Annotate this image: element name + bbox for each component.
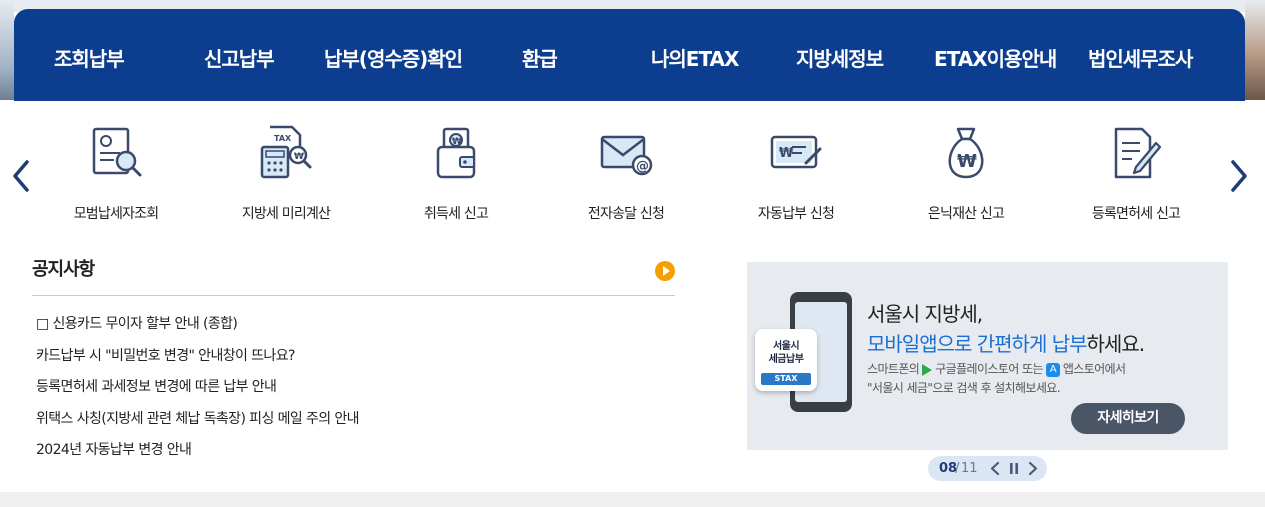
svg-text:₩: ₩ xyxy=(779,146,794,161)
quick-item-model-taxpayer[interactable]: 모범납세자조회 xyxy=(31,123,201,223)
notice-item[interactable]: 카드납부 시 "비밀번호 변경" 안내창이 뜨나요? xyxy=(36,345,359,377)
quick-menu: 모범납세자조회 TAX ₩ 지방세 미리계산 ₩ 취득세 신고 @ 전자송달 신청… xyxy=(0,101,1265,241)
notice-title: 공지사항 xyxy=(32,259,95,280)
quick-item-label: 지방세 미리계산 xyxy=(241,206,331,222)
money-bag-icon: ₩ xyxy=(936,123,996,183)
quick-item-label: 모범납세자조회 xyxy=(73,206,159,222)
svg-text:₩: ₩ xyxy=(294,152,304,162)
quick-item-registration-tax[interactable]: 등록면허세 신고 xyxy=(1051,123,1221,223)
tax-calculator-icon: TAX ₩ xyxy=(256,123,316,183)
svg-text:₩: ₩ xyxy=(957,151,977,172)
desc-part2: 구글플레이스토어 또는 xyxy=(935,362,1043,376)
quick-item-label: 취득세 신고 xyxy=(423,206,489,222)
quick-menu-next-arrow-icon[interactable] xyxy=(1228,158,1250,194)
gnb-item-receipt-check[interactable]: 납부(영수증)확인 xyxy=(324,43,463,72)
notice-section: 공지사항 □ 신용카드 무이자 할부 안내 (종합) 카드납부 시 "비밀번호 … xyxy=(32,255,675,458)
svg-text:@: @ xyxy=(636,159,649,174)
notice-item[interactable]: 2024년 자동납부 변경 안내 xyxy=(36,439,359,471)
certificate-search-icon xyxy=(86,123,146,183)
gnb-item-my-etax[interactable]: 나의ETAX xyxy=(651,43,739,72)
email-envelope-icon: @ xyxy=(596,123,656,183)
pager-total: 11 xyxy=(961,461,978,476)
banner-headline-rest: 하세요. xyxy=(1086,332,1146,356)
notice-more-play-icon[interactable] xyxy=(655,261,675,281)
background-scenery-left xyxy=(0,0,14,100)
banner-headline-highlight: 모바일앱으로 간편하게 납부 xyxy=(867,332,1088,356)
app-store-icon: A xyxy=(1045,362,1060,377)
notice-item[interactable]: □ 신용카드 무이자 할부 안내 (종합) xyxy=(36,313,359,345)
notice-item[interactable]: 위택스 사칭(지방세 관련 체납 독촉장) 피싱 메일 주의 안내 xyxy=(36,408,360,440)
pager-pause-icon[interactable] xyxy=(1007,460,1021,477)
background-scenery-right xyxy=(1245,0,1265,100)
pager-separator: / xyxy=(955,461,960,476)
stax-app-icon: 서울시 세금납부 STAX xyxy=(755,329,817,391)
banner-pager: 08 / 11 xyxy=(928,456,1047,481)
quick-item-e-delivery[interactable]: @ 전자송달 신청 xyxy=(541,123,711,223)
banner-description-2: "서울시 세금"으로 검색 후 설치해보세요. xyxy=(867,381,1061,395)
gnb-item-report-payment[interactable]: 신고납부 xyxy=(204,43,275,72)
quick-item-label: 등록면허세 신고 xyxy=(1091,206,1181,222)
pager-next-chevron-icon[interactable] xyxy=(1026,460,1040,477)
quick-item-label: 은닉재산 신고 xyxy=(927,206,1005,222)
gnb-item-etax-guide[interactable]: ETAX이용안내 xyxy=(934,43,1057,72)
quick-item-tax-estimate[interactable]: TAX ₩ 지방세 미리계산 xyxy=(201,123,371,223)
mobile-app-banner[interactable]: 서울시 세금납부 STAX 서울시 지방세, 모바일앱으로 간편하게 납부하세요… xyxy=(747,262,1228,450)
desc-part3: 앱스토어에서 xyxy=(1062,362,1126,376)
svg-text:TAX: TAX xyxy=(274,134,292,143)
quick-menu-prev-arrow-icon[interactable] xyxy=(10,158,32,194)
app-tag: STAX xyxy=(761,373,811,385)
detail-view-button[interactable]: 자세히보기 xyxy=(1071,403,1185,434)
banner-headline-2: 모바일앱으로 간편하게 납부하세요. xyxy=(867,328,1146,357)
notice-item[interactable]: 등록면허세 과세정보 변경에 따른 납부 안내 xyxy=(36,376,359,408)
gnb-item-corporate-audit[interactable]: 법인세무조사 xyxy=(1088,43,1193,72)
google-play-icon xyxy=(922,363,933,376)
gnb-item-local-tax-info[interactable]: 지방세정보 xyxy=(796,43,884,72)
quick-item-auto-payment[interactable]: ₩ 자동납부 신청 xyxy=(711,123,881,223)
banner-description-1: 스마트폰의 구글플레이스토어 또는 A 앱스토어에서 xyxy=(867,360,1126,377)
app-name-line2: 세금납부 xyxy=(768,354,804,365)
global-navigation: 조회납부 신고납부 납부(영수증)확인 환급 나의ETAX 지방세정보 ETAX… xyxy=(14,9,1245,101)
quick-item-label: 전자송달 신청 xyxy=(587,206,665,222)
svg-text:₩: ₩ xyxy=(452,137,462,147)
gnb-item-refund[interactable]: 환급 xyxy=(522,43,558,72)
quick-item-acquisition-tax[interactable]: ₩ 취득세 신고 xyxy=(371,123,541,223)
banner-headline-1: 서울시 지방세, xyxy=(867,302,983,326)
document-pen-icon xyxy=(1106,123,1166,183)
quick-item-label: 자동납부 신청 xyxy=(757,206,835,222)
quick-item-hidden-asset[interactable]: ₩ 은닉재산 신고 xyxy=(881,123,1051,223)
pager-prev-chevron-icon[interactable] xyxy=(988,460,1002,477)
notice-divider xyxy=(32,295,675,296)
wallet-won-icon: ₩ xyxy=(426,123,486,183)
card-payment-icon: ₩ xyxy=(766,123,826,183)
gnb-item-inquiry-payment[interactable]: 조회납부 xyxy=(54,43,125,72)
footer-divider-strip xyxy=(0,492,1265,507)
desc-part1: 스마트폰의 xyxy=(867,362,920,376)
notice-list: □ 신용카드 무이자 할부 안내 (종합) 카드납부 시 "비밀번호 변경" 안… xyxy=(36,313,360,471)
